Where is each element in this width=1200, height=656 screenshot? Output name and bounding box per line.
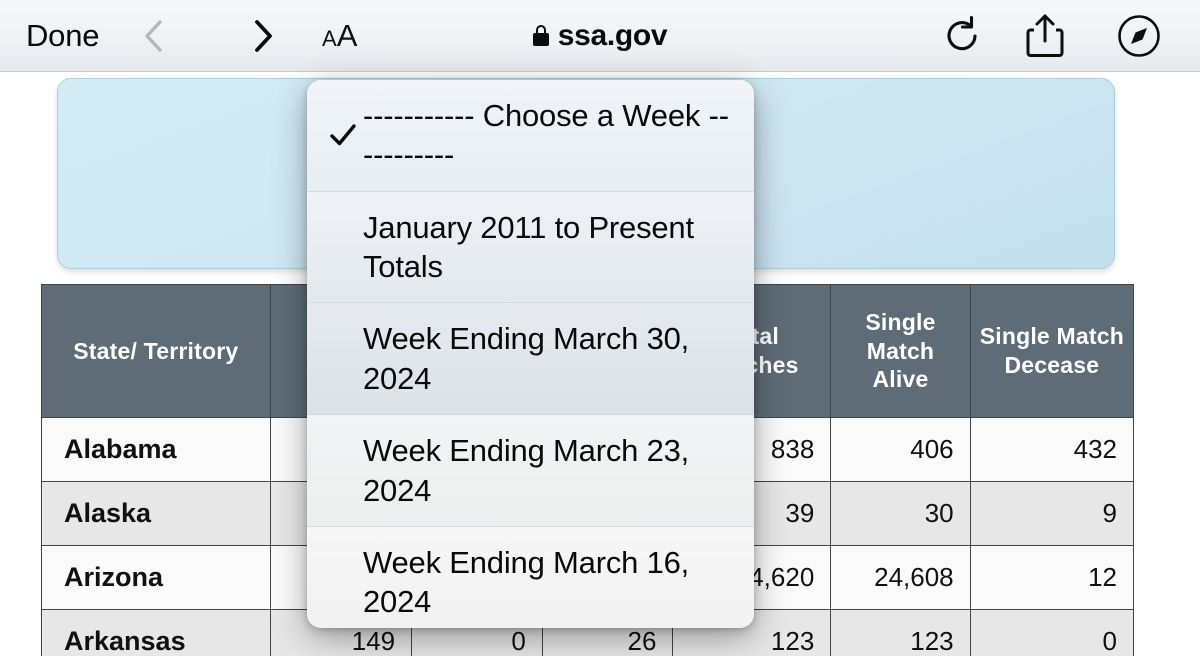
text-size-small-a: A — [322, 25, 337, 51]
open-in-safari-button[interactable] — [1117, 14, 1161, 58]
popover-option-january-2011-to-present-totals[interactable]: January 2011 to Present Totals — [307, 191, 754, 304]
cell-state: Arkansas — [41, 609, 271, 656]
url-text: ssa.gov — [557, 18, 668, 52]
cell-alive: 123 — [830, 609, 971, 656]
done-button[interactable]: Done — [26, 18, 100, 54]
cell-deceased: 432 — [969, 417, 1135, 482]
text-size-large-a: A — [336, 17, 358, 53]
back-button[interactable] — [137, 16, 169, 56]
share-icon — [1026, 14, 1064, 57]
forward-button[interactable] — [248, 16, 280, 56]
cell-alive: 24,608 — [830, 545, 971, 610]
cell-state: Alabama — [41, 417, 271, 482]
cell-deceased: 0 — [969, 609, 1135, 656]
reload-button[interactable] — [944, 14, 984, 58]
th-single-match-alive: Single Match Alive — [830, 284, 971, 418]
popover-option-week-ending-march-16-2024[interactable]: Week Ending March 16, 2024 — [307, 526, 754, 628]
lock-icon — [532, 25, 549, 46]
popover-option-label: Week Ending March 23, 2024 — [363, 433, 690, 508]
safari-view-controller: Done AA ssa.gov State/ Territory Single … — [0, 0, 1200, 656]
popover-option-label: Week Ending March 30, 2024 — [363, 321, 690, 396]
th-single-match-deceased: Single Match Decease — [969, 284, 1135, 418]
text-size-button[interactable]: AA — [322, 18, 357, 54]
share-button[interactable] — [1024, 13, 1066, 59]
reload-icon — [947, 15, 977, 50]
chevron-right-icon — [255, 19, 272, 52]
week-select-popover[interactable]: ----------- Choose a Week ----------- Ja… — [307, 80, 754, 628]
cell-deceased: 9 — [969, 481, 1135, 546]
popover-option-label: ----------- Choose a Week ----------- — [363, 98, 729, 173]
safari-compass-icon — [1118, 14, 1160, 57]
popover-option-week-ending-march-23-2024[interactable]: Week Ending March 23, 2024 — [307, 415, 754, 527]
address-bar[interactable]: ssa.gov — [0, 19, 1200, 53]
popover-option-label: Week Ending March 16, 2024 — [363, 544, 690, 620]
popover-option-label: January 2011 to Present Totals — [363, 209, 694, 285]
cell-state: Alaska — [41, 481, 271, 546]
popover-option-week-ending-march-30-2024[interactable]: Week Ending March 30, 2024 — [307, 303, 754, 416]
cell-alive: 30 — [830, 481, 971, 546]
th-state-territory: State/ Territory — [41, 284, 271, 418]
cell-deceased: 12 — [969, 545, 1135, 610]
popover-option-choose-a-week[interactable]: ----------- Choose a Week ----------- — [307, 80, 754, 192]
cell-state: Arizona — [41, 545, 271, 610]
chevron-left-icon — [145, 19, 162, 52]
checkmark-icon — [330, 124, 356, 146]
cell-alive: 406 — [830, 417, 971, 482]
browser-toolbar: Done AA ssa.gov — [0, 0, 1200, 72]
